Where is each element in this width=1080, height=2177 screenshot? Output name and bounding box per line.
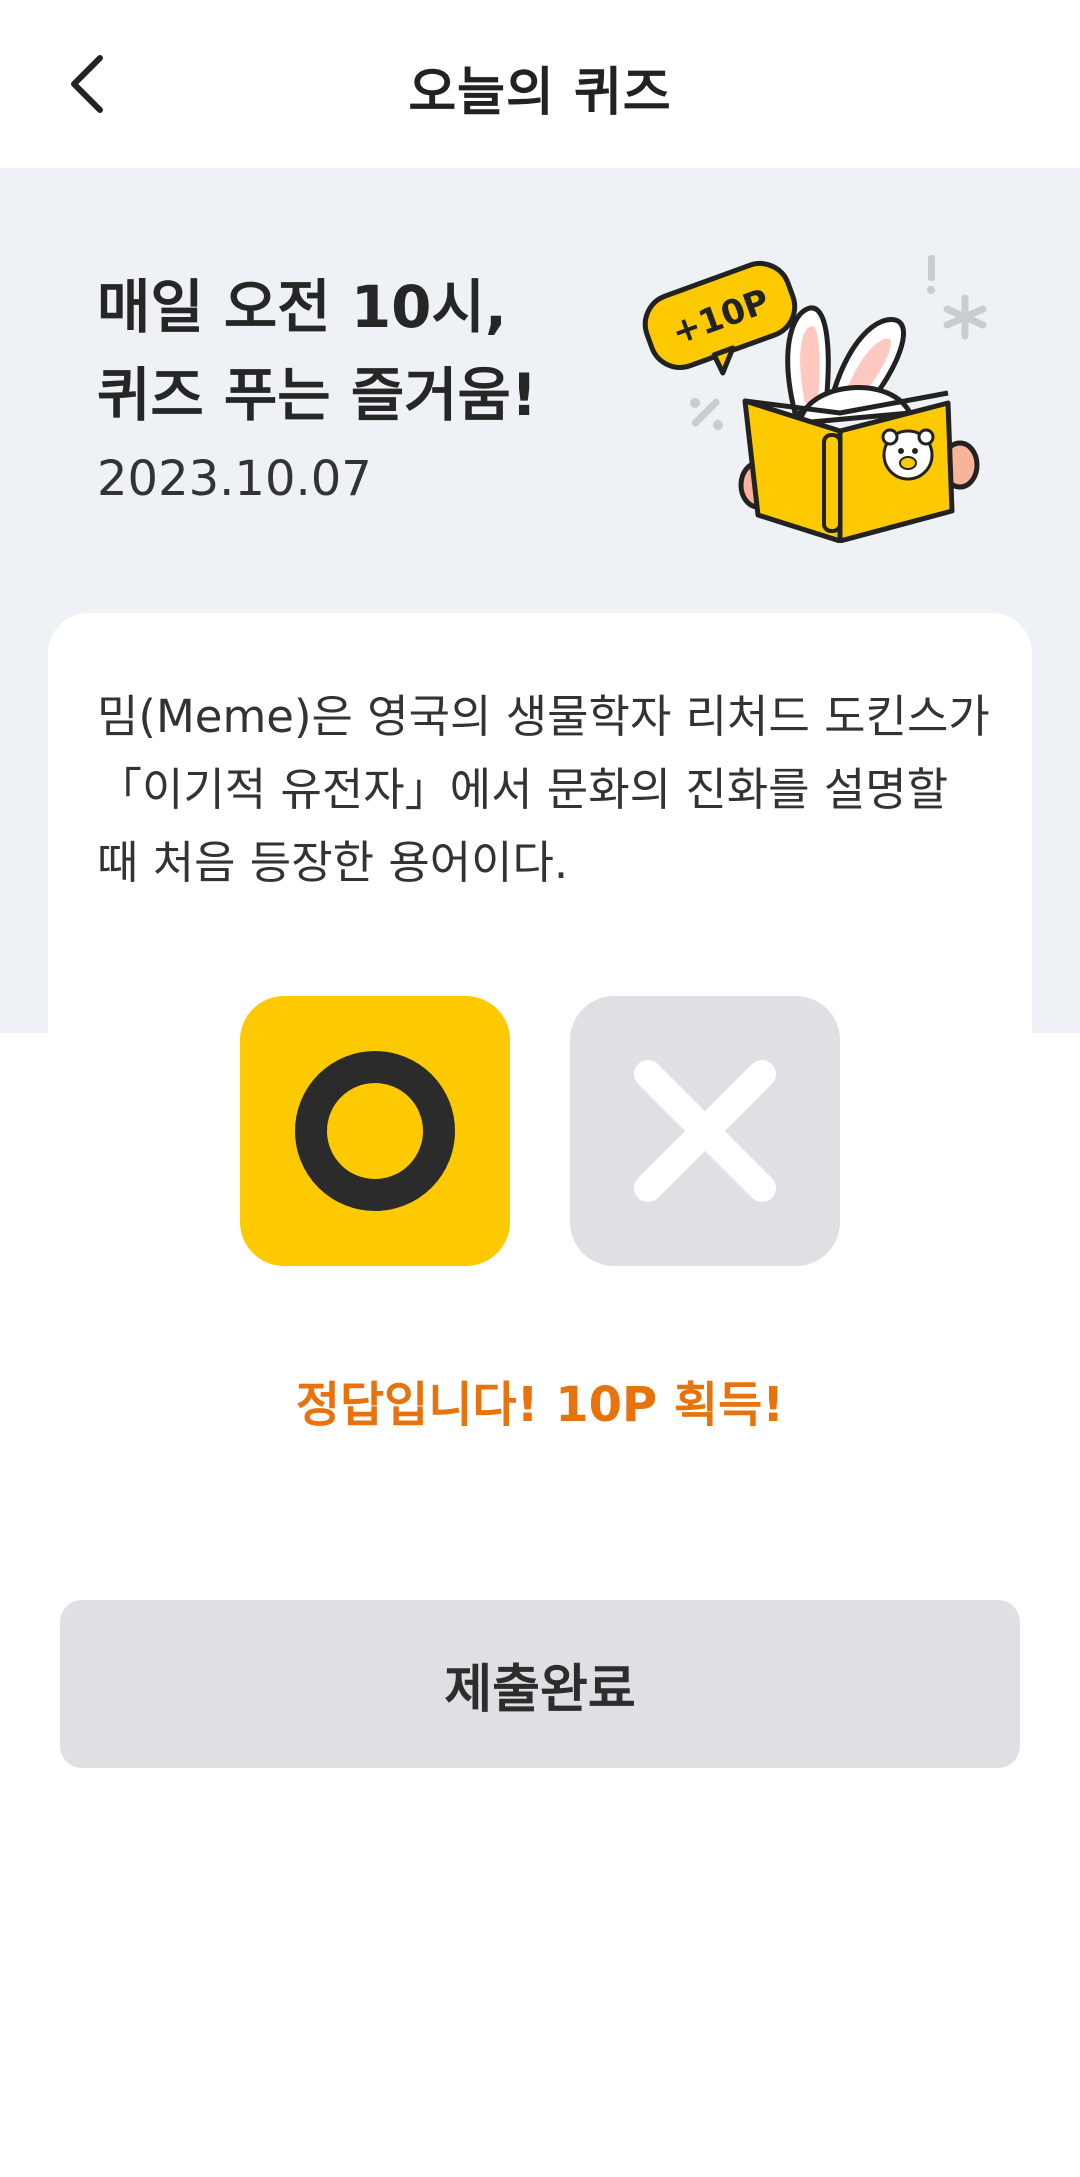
hero-title: 매일 오전 10시, 퀴즈 푸는 즐거움!: [97, 273, 538, 429]
reading-bunny-illustration: +10P: [642, 255, 987, 543]
top-app-bar: 오늘의 퀴즈: [0, 0, 1080, 168]
circle-o-icon: [295, 1051, 455, 1211]
page-title: 오늘의 퀴즈: [408, 63, 672, 123]
quiz-date: 2023.10.07: [97, 451, 372, 507]
quiz-question: 밈(Meme)은 영국의 생물학자 리처드 도킨스가 「이기적 유전자」에서 문…: [97, 690, 990, 889]
result-message: 정답입니다! 10P 획득!: [295, 1377, 785, 1433]
answer-x-button[interactable]: [570, 996, 840, 1266]
answer-o-button[interactable]: [240, 996, 510, 1266]
submit-complete-button[interactable]: 제출완료: [60, 1600, 1020, 1768]
cross-x-icon: [634, 1060, 776, 1202]
